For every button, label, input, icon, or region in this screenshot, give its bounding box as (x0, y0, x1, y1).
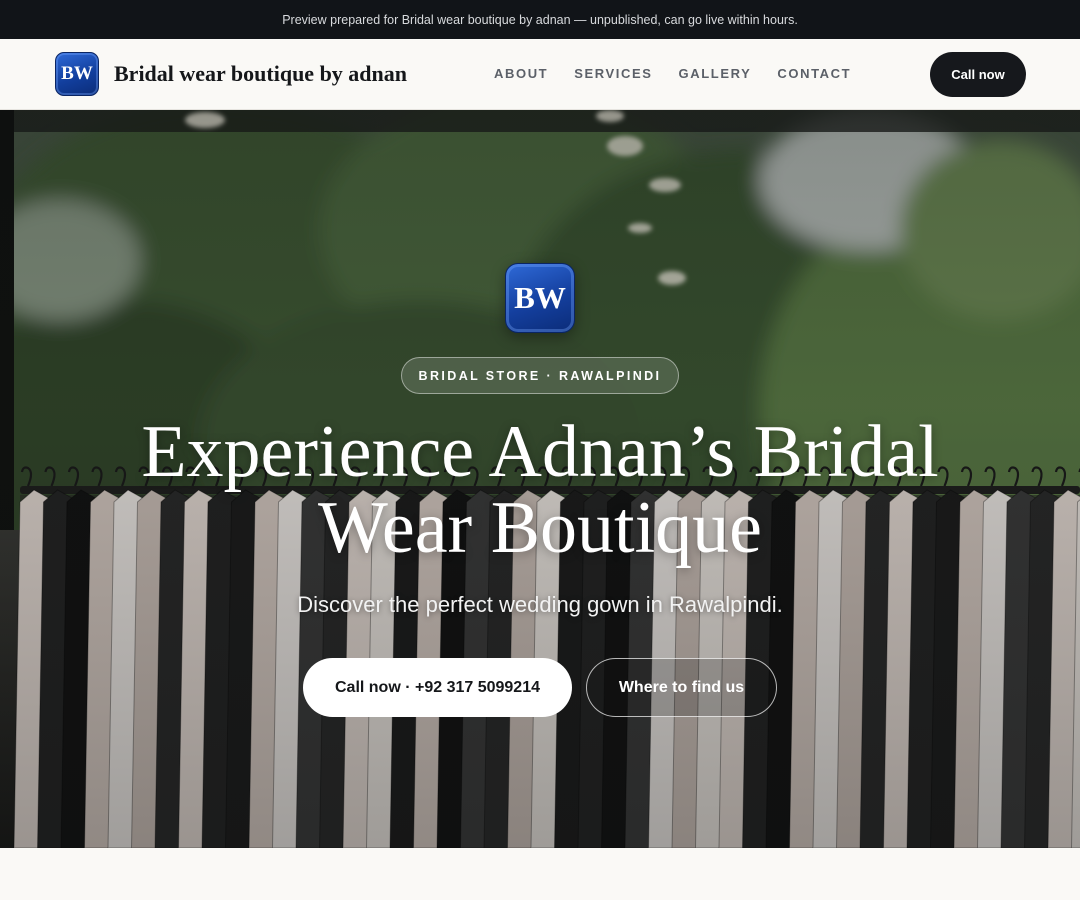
hero-eyebrow-badge: BRIDAL STORE · RAWALPINDI (401, 357, 679, 394)
nav-link-gallery[interactable]: GALLERY (679, 66, 752, 81)
hero-call-button[interactable]: Call now · +92 317 5099214 (303, 658, 572, 717)
brand-name[interactable]: Bridal wear boutique by adnan (114, 61, 407, 87)
hero-find-us-button[interactable]: Where to find us (586, 658, 777, 717)
hero-subtitle: Discover the perfect wedding gown in Raw… (297, 592, 783, 617)
preview-banner-text: Preview prepared for Bridal wear boutiqu… (282, 12, 798, 27)
hero-title: Experience Adnan’s Bridal Wear Boutique (100, 414, 980, 566)
brand-logo[interactable]: BW (55, 52, 99, 96)
nav-link-services[interactable]: SERVICES (574, 66, 652, 81)
header-call-button[interactable]: Call now (930, 52, 1026, 97)
hero-logo-badge: BW (505, 263, 575, 333)
nav-link-about[interactable]: ABOUT (494, 66, 548, 81)
nav-link-contact[interactable]: CONTACT (777, 66, 851, 81)
hero-title-line-1: Experience Adnan’s Bridal (141, 411, 939, 493)
site-header: BW Bridal wear boutique by adnan ABOUT S… (0, 39, 1080, 110)
hero-section: BW BRIDAL STORE · RAWALPINDI Experience … (0, 110, 1080, 848)
main-nav: ABOUT SERVICES GALLERY CONTACT (494, 66, 851, 81)
hero-title-line-2: Wear Boutique (317, 487, 763, 569)
preview-banner: Preview prepared for Bridal wear boutiqu… (0, 0, 1080, 39)
